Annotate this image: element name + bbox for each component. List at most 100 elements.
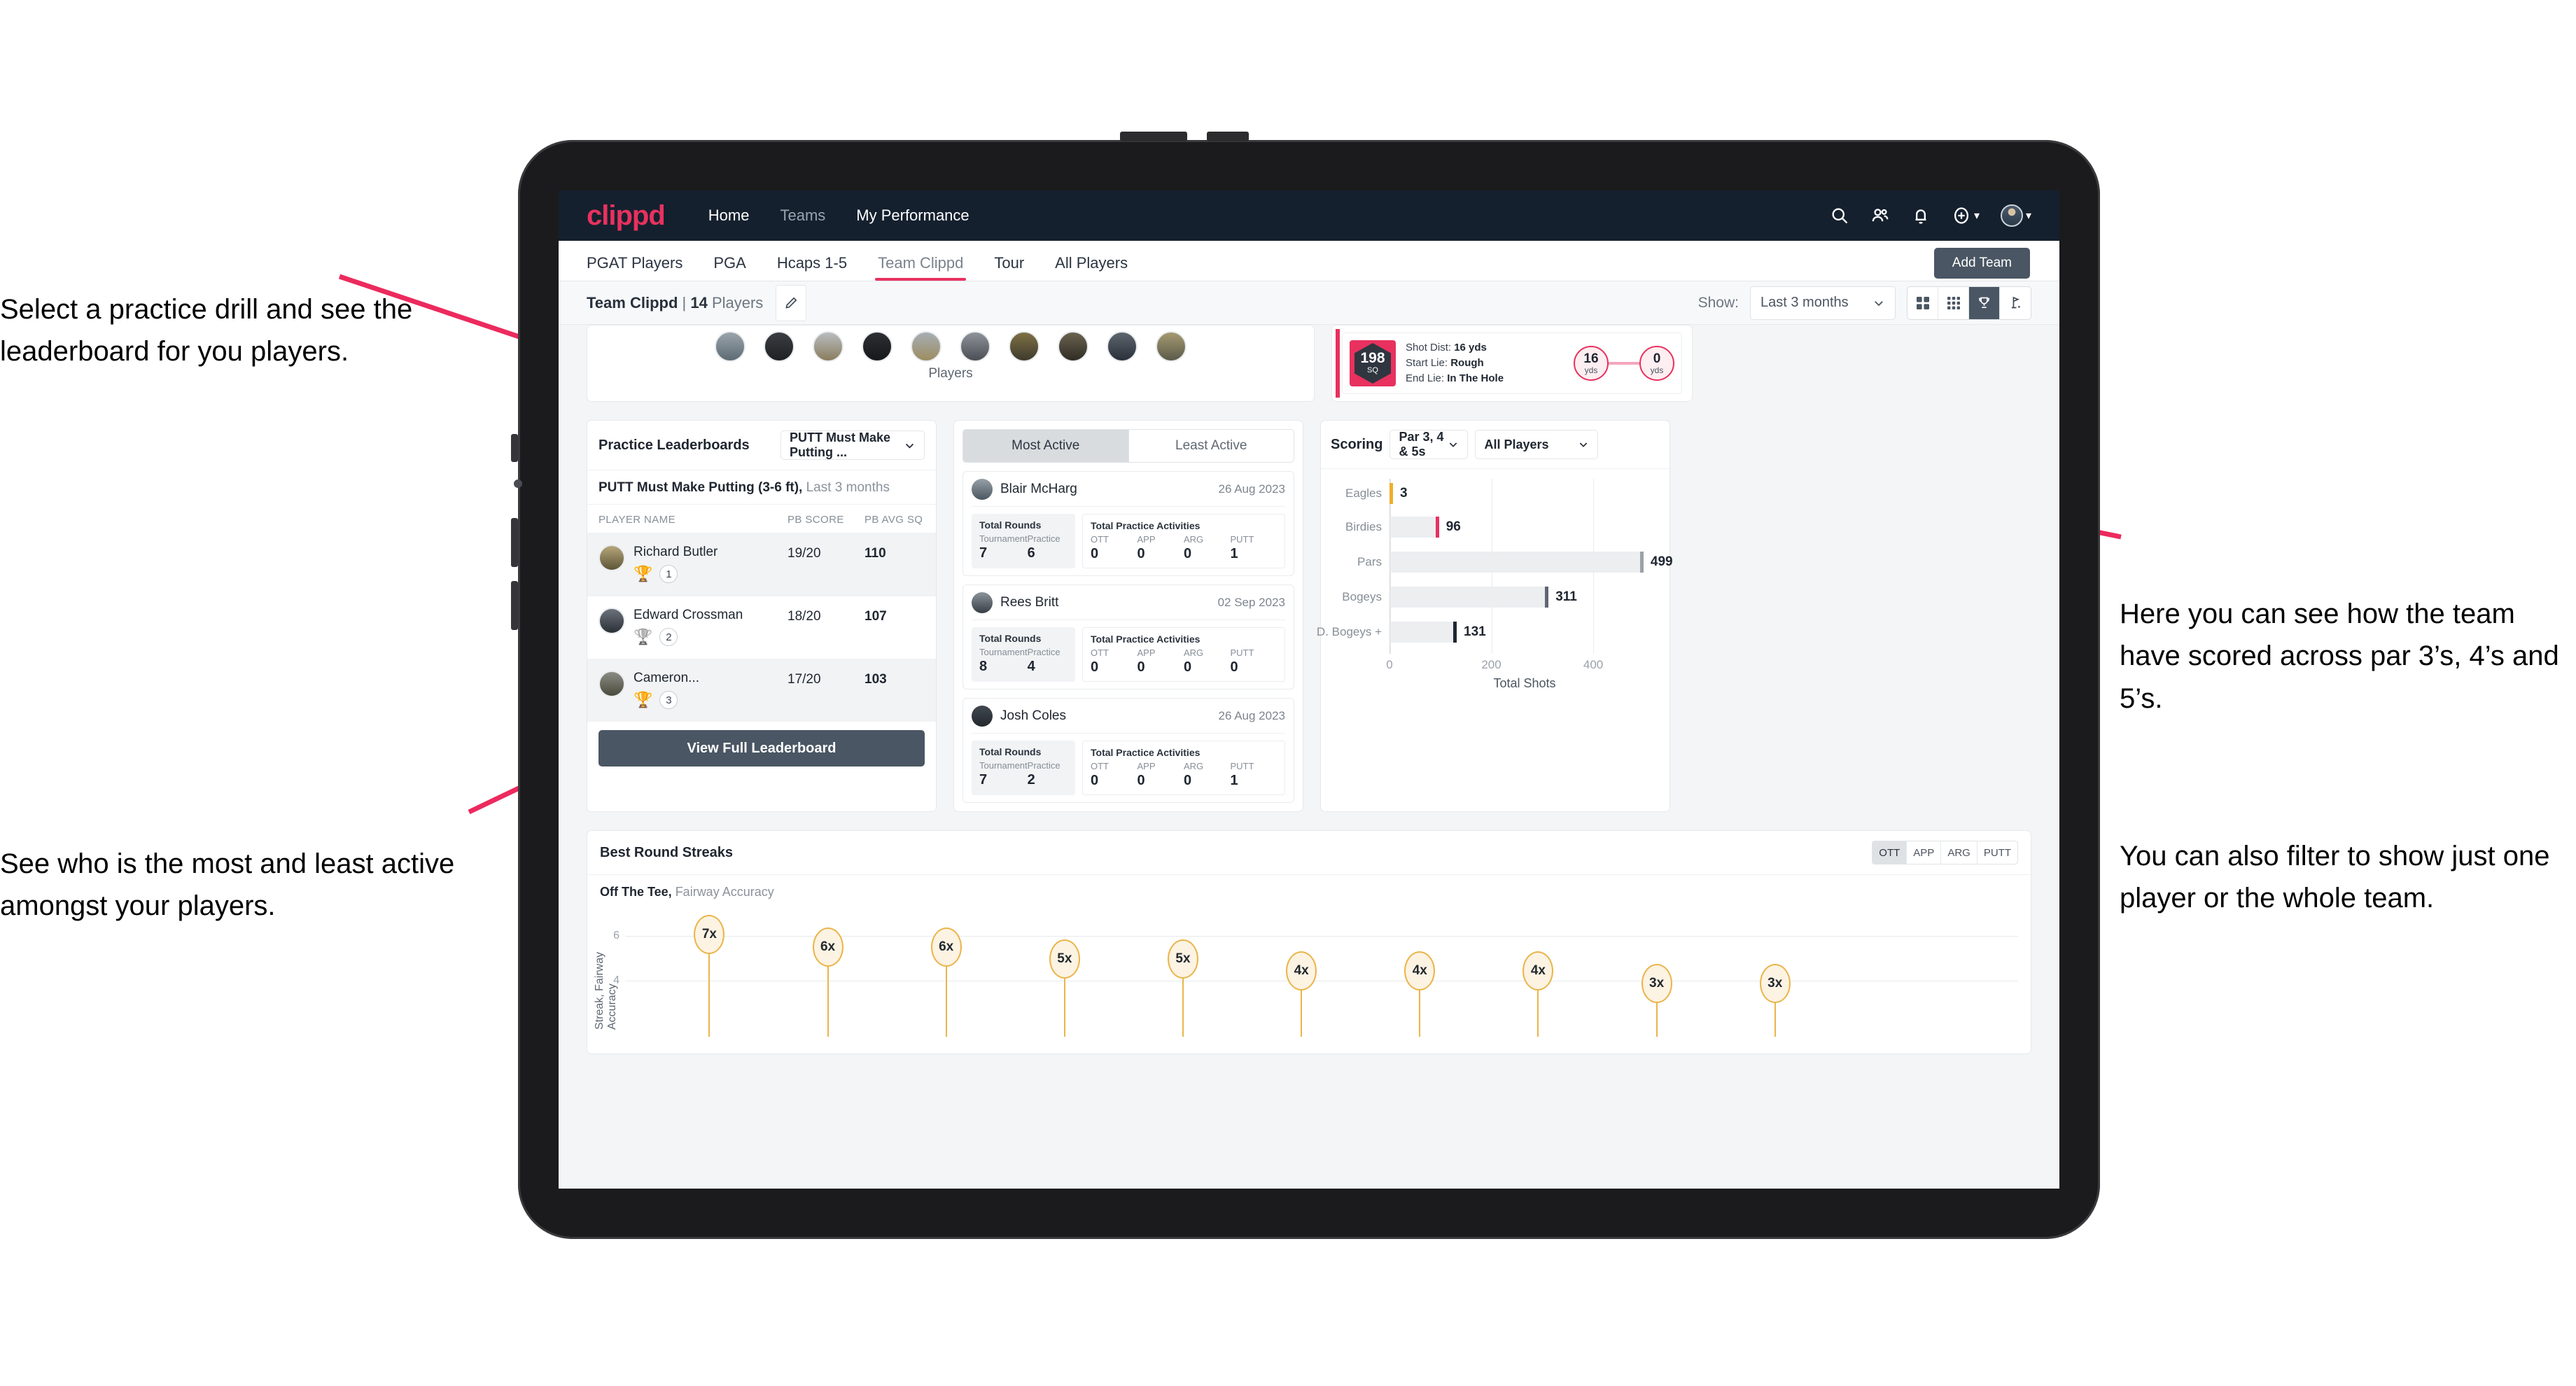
lollipop-stem[interactable]: 4x: [1404, 951, 1436, 1037]
nav-link-home[interactable]: Home: [708, 206, 750, 225]
player-avatar[interactable]: [1156, 331, 1186, 362]
device-speaker-nub: [1120, 132, 1187, 141]
grid-small-icon: [1947, 296, 1961, 310]
bar-group-eagles: Eagles 3: [1345, 483, 1654, 504]
list-item[interactable]: Blair McHarg 26 Aug 2023 Total Rounds To…: [962, 471, 1294, 576]
total-rounds-box: Total Rounds Tournament 7 Practice 6: [972, 514, 1075, 568]
tab-tour[interactable]: Tour: [994, 254, 1024, 281]
nav-link-teams[interactable]: Teams: [780, 206, 825, 225]
date-range-select[interactable]: Last 3 months: [1750, 286, 1896, 320]
player-avatar[interactable]: [764, 331, 794, 362]
rounds-tournament: Tournament 7: [979, 533, 1028, 561]
player-filter-value: All Players: [1484, 437, 1549, 451]
plus-circle-menu[interactable]: ▾: [1952, 206, 1980, 225]
view-golf-flag-button[interactable]: [2000, 287, 2031, 319]
shot-end-unit: yds: [1650, 365, 1664, 375]
practice-arg-value: 0: [1184, 773, 1192, 788]
player-avatar[interactable]: [715, 331, 746, 362]
practice-arg-label: ARG: [1184, 534, 1204, 545]
tab-pga[interactable]: PGA: [713, 254, 746, 281]
toggle-arg[interactable]: ARG: [1941, 841, 1977, 864]
player-avatar[interactable]: [911, 331, 941, 362]
lollipop-stem[interactable]: 6x: [812, 927, 844, 1037]
column-pb-score: PB SCORE: [788, 514, 844, 526]
lollipop-stem[interactable]: 5x: [1168, 939, 1198, 1037]
trophy-icon: 🏆: [634, 691, 653, 708]
practice-app-value: 0: [1137, 659, 1145, 675]
clippd-logo[interactable]: clippd: [587, 200, 666, 232]
search-icon[interactable]: [1830, 206, 1849, 225]
practice-drill-select[interactable]: PUTT Must Make Putting ...: [780, 430, 925, 460]
rounds-practice: Practice 4: [1028, 647, 1068, 675]
bell-icon[interactable]: [1911, 206, 1931, 225]
view-grid-large-button[interactable]: [1907, 286, 1938, 319]
practice-ott-label: OTT: [1091, 761, 1109, 771]
tab-most-active[interactable]: Most Active: [963, 430, 1128, 462]
leaderboard-row-meta: Cameron... 🏆 3: [634, 671, 788, 709]
add-team-button[interactable]: Add Team: [1933, 248, 2030, 279]
annotation-right-paragraph-1: Here you can see how the team have score…: [2120, 598, 2567, 715]
lollipop-stem[interactable]: 6x: [930, 927, 962, 1037]
lollipop-stem[interactable]: 3x: [1759, 964, 1791, 1037]
practice-putt-label: PUTT: [1230, 648, 1254, 658]
toggle-putt[interactable]: PUTT: [1977, 841, 2017, 864]
lollipop-value-1: 7x: [694, 915, 725, 954]
tab-least-active[interactable]: Least Active: [1128, 430, 1294, 462]
tab-all-players[interactable]: All Players: [1055, 254, 1128, 281]
team-name: Team Clippd: [587, 293, 678, 312]
leaderboard-column-headers: PLAYER NAME PB SCORE PB AVG SQ: [587, 505, 936, 533]
player-avatar[interactable]: [1009, 331, 1040, 362]
chevron-down-icon: [904, 440, 916, 451]
table-row[interactable]: Cameron... 🏆 3 17/20 103: [587, 659, 936, 722]
edit-team-button[interactable]: [776, 284, 807, 321]
lollipop-stem[interactable]: 4x: [1286, 951, 1317, 1037]
chevron-down-icon: ▾: [1973, 210, 1980, 222]
par-filter-select[interactable]: Par 3, 4 & 5s: [1390, 430, 1469, 459]
bar-pars: 499: [1390, 552, 1673, 573]
activity-date: 26 Aug 2023: [1218, 709, 1285, 722]
tab-hcaps-1-5[interactable]: Hcaps 1-5: [777, 254, 847, 281]
practice-arg: ARG 0: [1184, 648, 1231, 676]
trophy-icon: 🏆: [634, 628, 653, 645]
scoring-header: Scoring Par 3, 4 & 5s All Players: [1321, 421, 1670, 469]
nav-link-my-performance[interactable]: My Performance: [856, 206, 969, 225]
table-row[interactable]: Richard Butler 🏆 1 19/20 110: [587, 533, 936, 596]
practice-arg: ARG 0: [1184, 761, 1231, 789]
view-full-leaderboard-button[interactable]: View Full Leaderboard: [598, 730, 925, 766]
lollipop-stem[interactable]: 4x: [1522, 951, 1554, 1037]
shot-distance-diagram: 16 yds 0 yds: [1574, 346, 1674, 381]
toggle-app[interactable]: APP: [1907, 841, 1942, 864]
shot-dist-line: Shot Dist: 16 yds: [1406, 340, 1504, 356]
people-icon[interactable]: [1870, 206, 1890, 225]
lollipop-stem[interactable]: 7x: [694, 915, 725, 1037]
activity-toggle: Most Active Least Active: [962, 429, 1294, 463]
avatar: [2000, 204, 2023, 227]
tablet-device-frame: clippd Home Teams My Performance ▾ ▾ PGA…: [511, 132, 2100, 1239]
table-row[interactable]: Edward Crossman 🏆 2 18/20 107: [587, 596, 936, 659]
player-filter-select[interactable]: All Players: [1475, 430, 1599, 459]
account-menu[interactable]: ▾: [2000, 204, 2031, 227]
bar-label-bogeys: Bogeys: [1342, 590, 1382, 603]
lollipop-stem[interactable]: 5x: [1049, 939, 1080, 1037]
avatar: [598, 545, 625, 571]
player-avatar[interactable]: [1107, 331, 1138, 362]
practice-ott-value: 0: [1091, 659, 1099, 675]
team-tabs-bar: PGAT Players PGA Hcaps 1-5 Team Clippd T…: [559, 241, 2059, 281]
list-item[interactable]: Rees Britt 02 Sep 2023 Total Rounds Tour…: [962, 584, 1294, 690]
rounds-tournament: Tournament 8: [979, 647, 1028, 675]
player-avatar[interactable]: [1058, 331, 1088, 362]
toggle-ott[interactable]: OTT: [1872, 841, 1907, 864]
view-trophy-button[interactable]: [1969, 286, 2000, 319]
lollipop-stem[interactable]: 3x: [1641, 964, 1672, 1037]
chevron-down-icon: [1578, 439, 1589, 450]
total-rounds-box: Total Rounds Tournament 7 Practice 2: [972, 741, 1075, 795]
tab-team-clippd[interactable]: Team Clippd: [875, 254, 967, 281]
view-grid-small-button[interactable]: [1938, 286, 1969, 319]
tab-pgat-players[interactable]: PGAT Players: [587, 254, 682, 281]
pencil-icon: [783, 295, 799, 311]
player-avatar[interactable]: [960, 331, 990, 362]
list-item[interactable]: Josh Coles 26 Aug 2023 Total Rounds Tour…: [962, 698, 1294, 803]
player-avatar[interactable]: [862, 331, 892, 362]
player-avatar[interactable]: [813, 331, 844, 362]
lollipop-value-10: 3x: [1759, 964, 1791, 1003]
